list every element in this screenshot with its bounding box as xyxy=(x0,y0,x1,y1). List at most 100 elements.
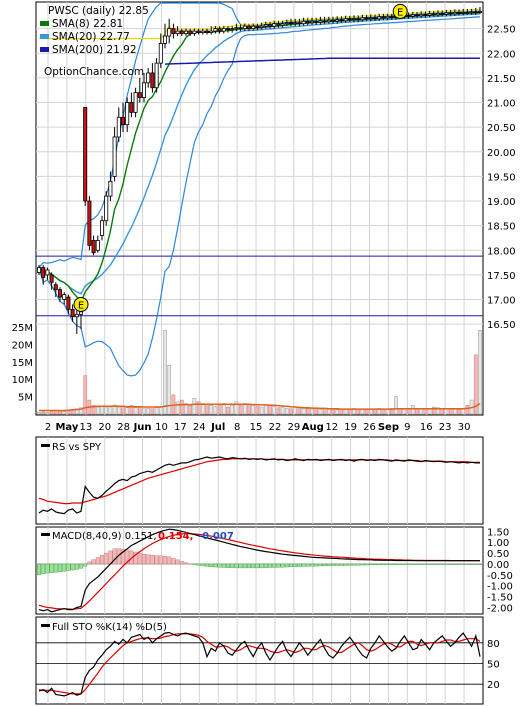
candle-body xyxy=(200,30,205,33)
macd-histogram-bar xyxy=(234,563,239,569)
macd-histogram-bar xyxy=(70,563,75,571)
volume-tick-label: 15M xyxy=(12,358,33,369)
volume-bar xyxy=(142,408,146,415)
volume-bar xyxy=(137,406,142,415)
macd-histogram-bar xyxy=(49,563,54,573)
macd-histogram-bar xyxy=(314,563,319,567)
x-tick-label: 8 xyxy=(234,422,240,433)
legend-label: SMA(200) 21.92 xyxy=(52,44,137,56)
macd-histogram-bar xyxy=(246,563,251,569)
volume-bar xyxy=(289,408,293,415)
volume-bar xyxy=(259,406,264,415)
macd-histogram-bar xyxy=(318,563,323,567)
candle-body xyxy=(427,13,432,16)
macd-histogram-bar xyxy=(461,563,466,565)
macd-histogram-bar xyxy=(162,556,167,565)
candle-body xyxy=(175,30,180,34)
candle-body xyxy=(100,220,105,236)
volume-bar xyxy=(116,406,121,415)
candle-body xyxy=(469,11,474,14)
macd-histogram-bar xyxy=(322,563,327,566)
volume-bar xyxy=(465,405,470,415)
candle-body xyxy=(221,28,226,32)
macd-histogram-bar xyxy=(137,552,142,565)
candle-body xyxy=(116,116,121,138)
candle-body xyxy=(121,116,126,126)
volume-tick-label: 20M xyxy=(12,340,33,351)
candle-body xyxy=(242,25,247,30)
volume-bar xyxy=(171,394,176,415)
volume-bar xyxy=(322,408,327,415)
macd-histogram-bar xyxy=(259,563,264,569)
candle-body xyxy=(473,11,478,14)
macd-histogram-bar xyxy=(45,563,50,574)
candle-body xyxy=(309,20,314,24)
macd-histogram-bar xyxy=(255,563,260,569)
x-tick-label: 23 xyxy=(439,422,452,433)
volume-bar xyxy=(205,404,209,415)
macd-histogram-bar xyxy=(192,563,197,565)
candle-body xyxy=(104,195,109,222)
volume-bar xyxy=(444,408,449,415)
volume-bar xyxy=(247,404,251,415)
macd-panel: 1.501.000.500.00-0.50-1.00-1.50-2.00 MACD… xyxy=(35,526,513,615)
macd-histogram-bar xyxy=(276,563,281,568)
macd-signal-value: 0.154, xyxy=(158,531,193,542)
candle-body xyxy=(62,294,67,300)
volume-bar xyxy=(402,408,407,415)
volume-bar xyxy=(217,404,222,415)
candle-body xyxy=(66,296,71,310)
macd-histogram-bar xyxy=(331,563,336,566)
volume-bar xyxy=(62,411,67,415)
price-panel: 16.50 17.00 17.50 18.00 18.50 19.00 19.50 20.00… xyxy=(35,1,516,433)
candle-body xyxy=(141,82,146,98)
volume-bar xyxy=(209,405,214,415)
candle-body xyxy=(74,313,79,318)
macd-legend-swatch xyxy=(41,533,50,536)
candle-body xyxy=(423,13,428,16)
macd-histogram-bar xyxy=(368,563,373,566)
volume-bar xyxy=(58,410,62,415)
macd-histogram-bar xyxy=(167,556,172,565)
volume-bar xyxy=(226,406,230,415)
volume-bar xyxy=(331,409,335,415)
candle-body xyxy=(49,274,54,283)
macd-histogram-bar xyxy=(62,563,67,572)
volume-tick-label: 10M xyxy=(12,375,33,386)
x-tick-label: 16 xyxy=(420,422,433,433)
volume-bar xyxy=(368,408,373,415)
volume-bar xyxy=(339,408,344,415)
macd-tick-label: -1.00 xyxy=(487,582,513,593)
x-tick-label: 22 xyxy=(269,422,282,433)
x-tick-label: 28 xyxy=(117,422,130,433)
macd-histogram-bar xyxy=(217,563,222,568)
volume-bar xyxy=(314,408,319,415)
volume-bar xyxy=(385,408,390,415)
volume-bar xyxy=(41,411,46,415)
candle-body xyxy=(465,11,470,14)
volume-bar xyxy=(293,406,298,415)
macd-histogram-bar xyxy=(53,563,58,573)
macd-histogram-bar xyxy=(297,563,302,567)
volume-bar xyxy=(238,404,243,415)
candle-body xyxy=(204,30,209,33)
macd-tick-label: 0.00 xyxy=(487,560,509,571)
legend-swatch xyxy=(40,21,49,26)
candle-body xyxy=(381,16,386,19)
candle-body xyxy=(91,240,96,254)
macd-histogram-bar xyxy=(95,557,100,565)
volume-bar xyxy=(100,406,104,415)
macd-histogram-bar xyxy=(242,563,247,569)
price-tick-label: 17.00 xyxy=(487,296,516,307)
watermark: OptionChance.com xyxy=(44,66,144,78)
candle-body xyxy=(196,30,201,33)
macd-histogram-bar xyxy=(440,563,445,565)
volume-bar xyxy=(221,403,226,415)
candle-body xyxy=(158,43,163,64)
volume-bar xyxy=(448,408,453,415)
volume-bar xyxy=(49,411,54,415)
candle-body xyxy=(272,23,277,27)
candle-body xyxy=(267,24,272,27)
volume-bar xyxy=(133,407,138,415)
x-tick-label: Sep xyxy=(378,422,399,433)
